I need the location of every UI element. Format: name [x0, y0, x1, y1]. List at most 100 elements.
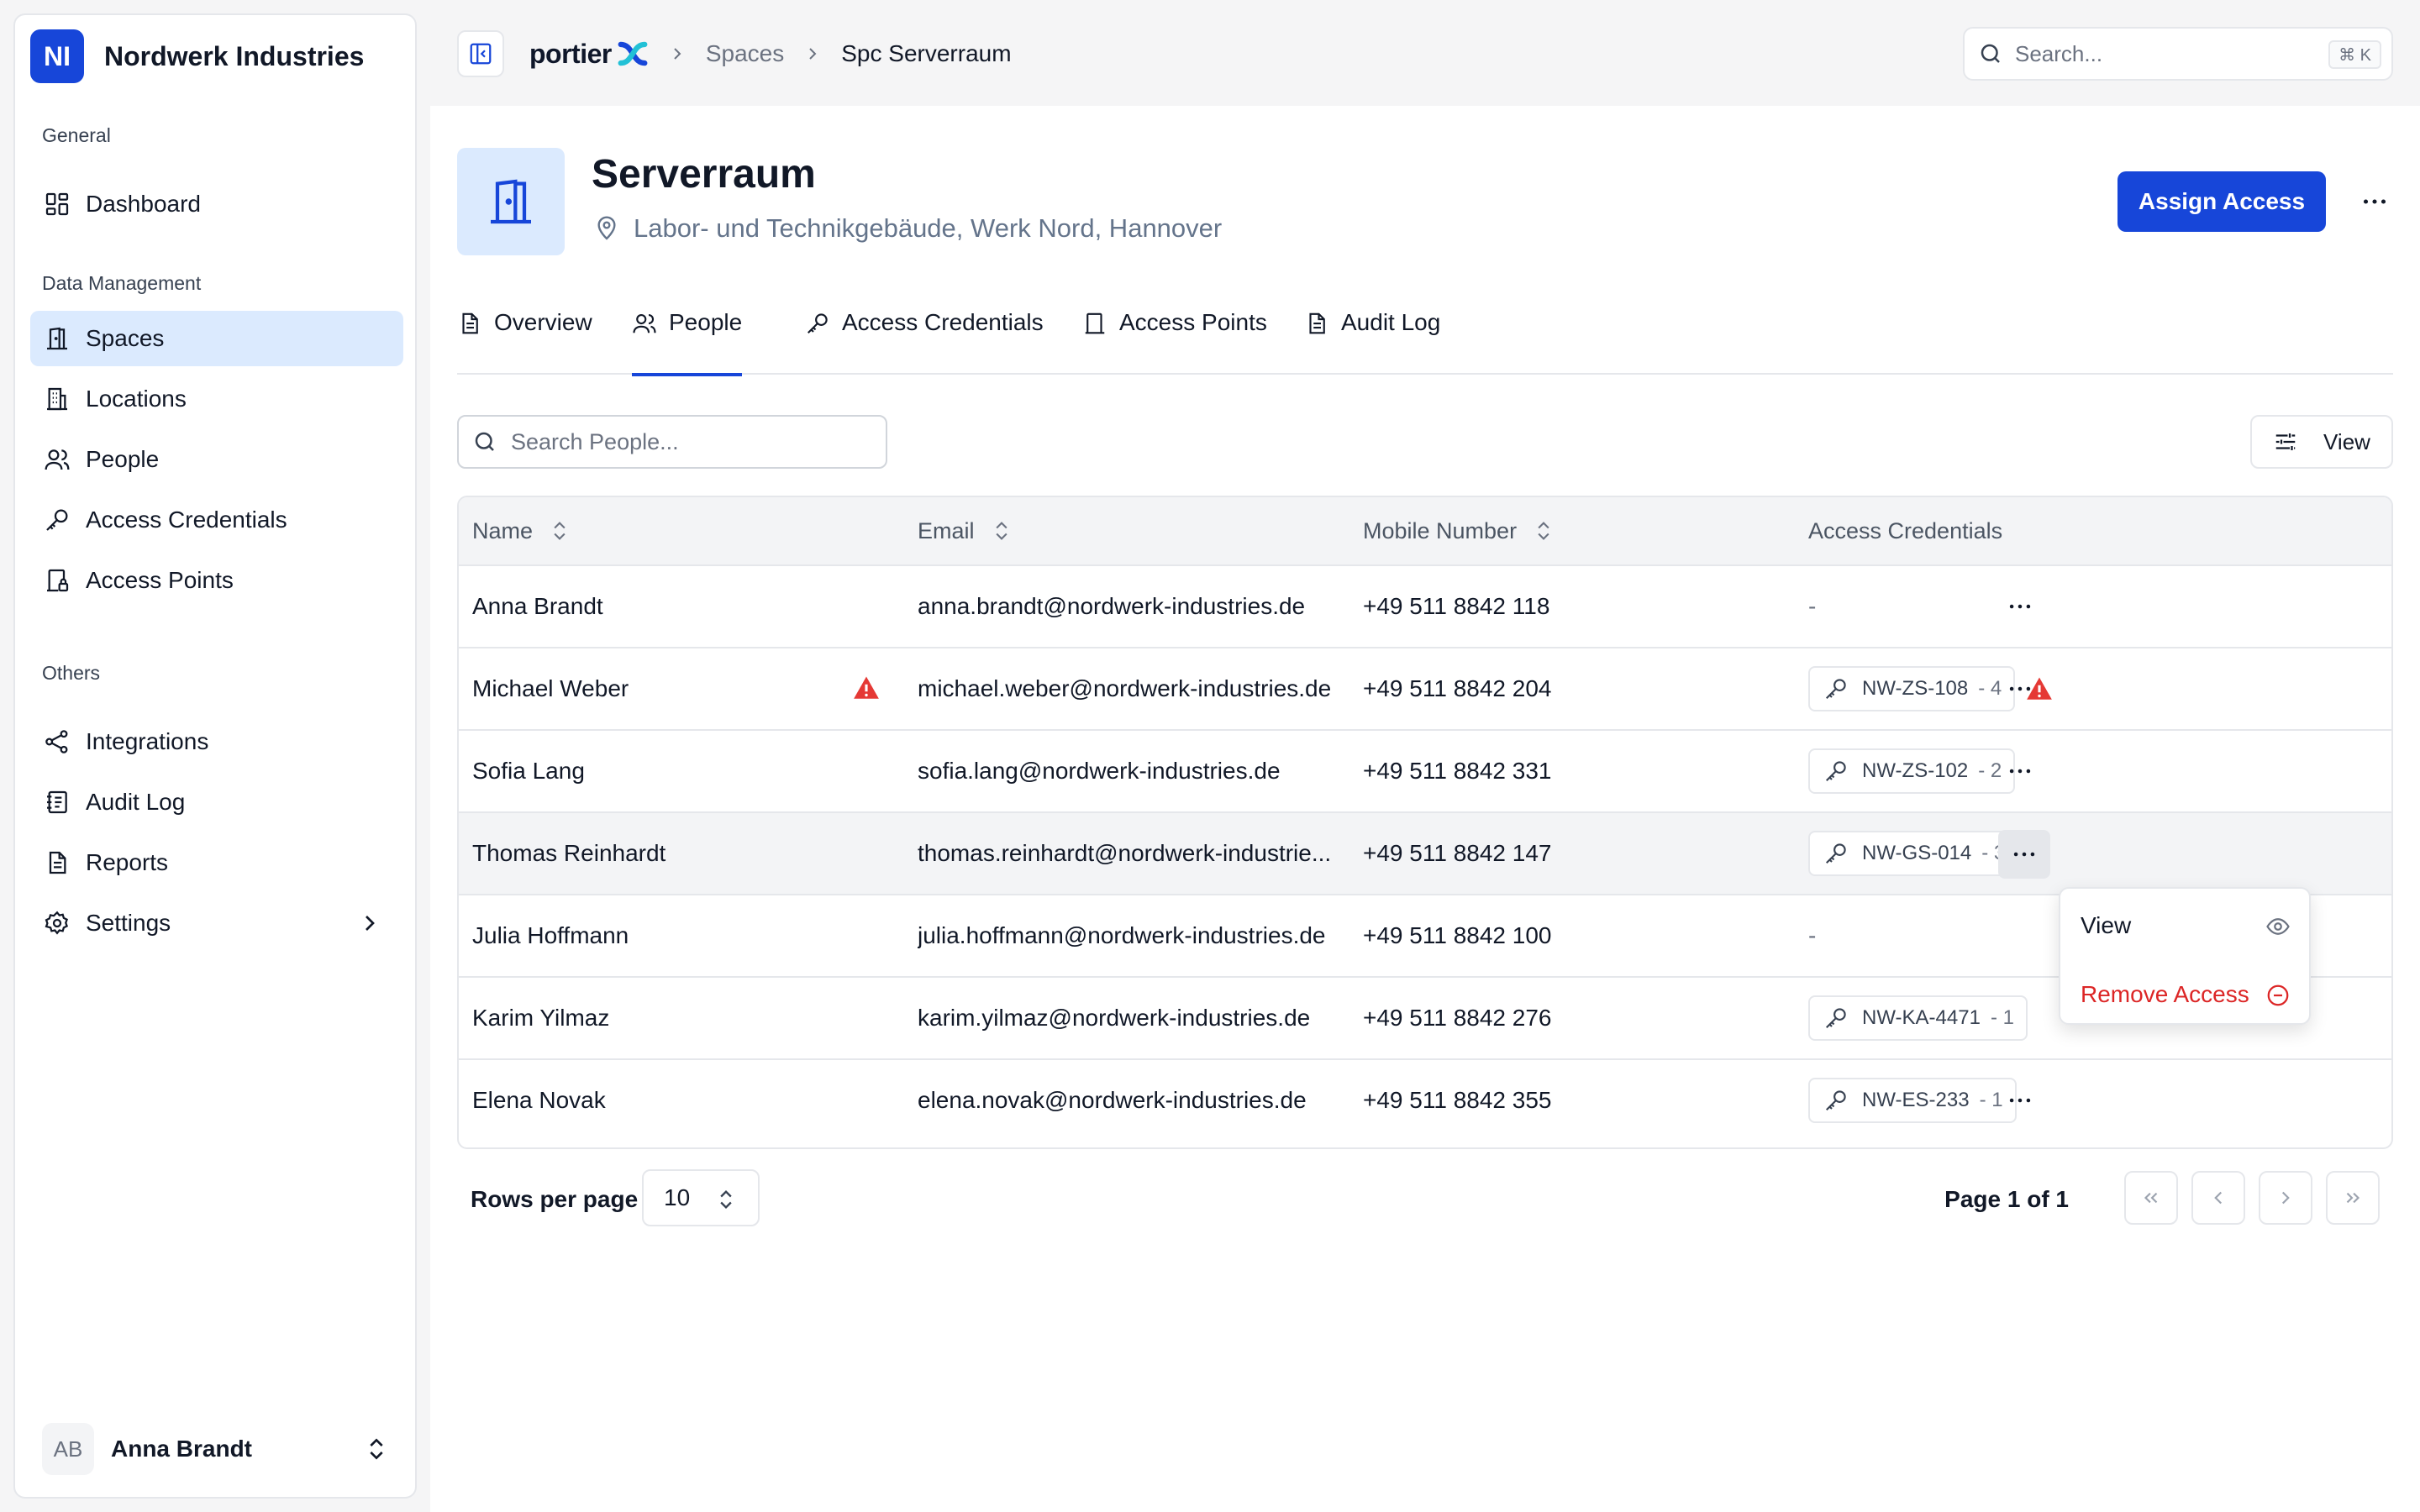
credential-badge[interactable]: NW-ZS-108 - 4 — [1808, 666, 2016, 711]
rows-per-page-label: Rows per page — [471, 1186, 639, 1212]
column-header-email[interactable]: Email — [918, 497, 1013, 564]
breadcrumb: portier Spaces Spc Serverraum — [529, 34, 1012, 74]
cell-mobile: +49 511 8842 276 — [1363, 1005, 1552, 1031]
warning-icon — [854, 676, 879, 699]
menu-item-view[interactable]: View — [2060, 894, 2309, 958]
cell-mobile: +49 511 8842 118 — [1363, 593, 1550, 619]
cell-mobile: +49 511 8842 204 — [1363, 675, 1552, 701]
tab-label: Audit Log — [1341, 309, 1441, 335]
global-search-input[interactable]: Search... ⌘ K — [1963, 27, 2393, 81]
sidebar-item-people[interactable]: People — [30, 432, 403, 487]
main-content: Serverraum Labor- und Technikgebäude, We… — [430, 106, 2420, 1512]
sidebar-item-audit-log[interactable]: Audit Log — [30, 774, 403, 830]
chevron-left-icon — [2214, 1191, 2223, 1205]
logo-text: portier — [529, 38, 612, 69]
table-row[interactable]: Michael Weber michael.weber@nordwerk-ind… — [459, 648, 2391, 731]
portier-logo[interactable]: portier — [529, 38, 649, 70]
first-page-button[interactable] — [2124, 1171, 2178, 1225]
tab-people[interactable]: People — [632, 302, 743, 376]
people-search-placeholder: Search People... — [511, 428, 679, 454]
column-label: Mobile Number — [1363, 517, 1518, 543]
menu-item-remove-access[interactable]: Remove Access — [2060, 963, 2309, 1026]
assign-access-button[interactable]: Assign Access — [2118, 171, 2326, 232]
sidebar-item-label: Dashboard — [86, 191, 201, 217]
breadcrumb-spaces[interactable]: Spaces — [706, 40, 784, 67]
column-header-name[interactable]: Name — [472, 497, 571, 564]
tab-access-credentials[interactable]: Access Credentials — [805, 302, 1044, 375]
key-icon — [1825, 1090, 1846, 1111]
chevron-right-icon — [366, 916, 375, 931]
sidebar-item-label: Spaces — [86, 325, 165, 351]
row-actions-button[interactable] — [1993, 1082, 2047, 1119]
menu-item-label: Remove Access — [2081, 981, 2249, 1007]
cell-mobile: +49 511 8842 355 — [1363, 1087, 1552, 1113]
sidebar-item-label: Access Points — [86, 567, 234, 593]
more-options-icon — [2009, 686, 2031, 691]
column-header-mobile[interactable]: Mobile Number — [1363, 497, 1555, 564]
credential-badge[interactable]: NW-ES-233 - 1 — [1808, 1078, 2017, 1123]
sidebar-item-spaces[interactable]: Spaces — [30, 311, 403, 366]
eye-icon — [2266, 918, 2290, 935]
key-icon — [1825, 679, 1846, 700]
view-options-button[interactable]: View — [2250, 415, 2393, 469]
previous-page-button[interactable] — [2191, 1171, 2245, 1225]
key-icon — [1825, 843, 1846, 864]
sidebar-item-integrations[interactable]: Integrations — [30, 714, 403, 769]
table-row[interactable]: Thomas Reinhardt thomas.reinhardt@nordwe… — [459, 813, 2391, 895]
email-text: karim.yilmaz@nordwerk-industries.de — [918, 1005, 1311, 1031]
access-point-icon — [47, 569, 69, 592]
avatar: AB — [42, 1423, 94, 1475]
door-icon — [47, 327, 67, 350]
more-options-icon[interactable] — [2358, 186, 2391, 217]
table-row[interactable]: Elena Novak elena.novak@nordwerk-industr… — [459, 1060, 2391, 1142]
pagination: Rows per page 10 Page 1 of 1 — [457, 1169, 2393, 1228]
more-options-icon — [2009, 769, 2031, 774]
key-icon — [1825, 761, 1846, 782]
key-icon — [807, 313, 828, 334]
table-row[interactable]: Sofia Lang sofia.lang@nordwerk-industrie… — [459, 731, 2391, 813]
sidebar-item-dashboard[interactable]: Dashboard — [30, 176, 403, 232]
tab-bar: Overview People Access Credentials Acces… — [457, 302, 2393, 376]
row-actions-button[interactable] — [1993, 670, 2047, 707]
cell-email: sofia.lang@nordwerk-industries.de — [918, 731, 1338, 811]
sort-icon — [995, 522, 1007, 540]
org-switcher[interactable]: NI Nordwerk Industries — [30, 29, 364, 84]
sort-icon — [1538, 522, 1549, 540]
chevron-right-icon — [674, 48, 681, 60]
credential-badge[interactable]: NW-GS-014 - 3 — [1808, 831, 2019, 876]
row-actions-button[interactable] — [1993, 753, 2047, 790]
tab-label: Access Points — [1119, 309, 1267, 335]
topbar: portier Spaces Spc Serverraum Search... … — [430, 0, 2420, 106]
document-icon — [462, 312, 478, 334]
chevrons-right-icon — [2346, 1192, 2360, 1204]
sort-icon — [554, 522, 566, 540]
people-table: Name Email Mobile Number Access Credenti… — [457, 496, 2393, 1149]
rows-per-page-select[interactable]: 10 — [642, 1169, 760, 1226]
column-header-credentials: Access Credentials — [1808, 497, 2002, 564]
tab-audit-log[interactable]: Audit Log — [1304, 302, 1440, 375]
people-search-input[interactable]: Search People... — [457, 415, 887, 469]
sidebar-item-reports[interactable]: Reports — [30, 835, 403, 890]
credential-badge[interactable]: NW-ZS-102 - 2 — [1808, 748, 2016, 794]
sidebar-item-locations[interactable]: Locations — [30, 371, 403, 427]
view-label: View — [2323, 428, 2370, 454]
user-menu[interactable]: AB Anna Brandt — [42, 1421, 395, 1477]
sidebar-toggle-button[interactable] — [457, 30, 504, 77]
last-page-button[interactable] — [2326, 1171, 2380, 1225]
credential-badge[interactable]: NW-KA-4471 - 1 — [1808, 995, 2028, 1041]
sidebar-item-access-points[interactable]: Access Points — [30, 553, 403, 608]
sidebar-item-settings[interactable]: Settings — [30, 895, 403, 951]
row-actions-button[interactable] — [1993, 588, 2047, 625]
space-avatar — [457, 148, 565, 255]
credential-id: NW-KA-4471 — [1862, 1006, 1981, 1029]
next-page-button[interactable] — [2259, 1171, 2312, 1225]
table-row[interactable]: Anna Brandt anna.brandt@nordwerk-industr… — [459, 566, 2391, 648]
menu-item-label: View — [2081, 912, 2132, 938]
sidebar-item-label: Integrations — [86, 728, 209, 754]
cell-name: Michael Weber — [472, 675, 629, 701]
tab-overview[interactable]: Overview — [457, 302, 592, 375]
row-actions-button[interactable] — [1998, 830, 2050, 879]
tab-access-points[interactable]: Access Points — [1082, 302, 1267, 375]
sidebar-item-access-credentials[interactable]: Access Credentials — [30, 492, 403, 548]
email-text: anna.brandt@nordwerk-industries.de — [918, 593, 1306, 619]
